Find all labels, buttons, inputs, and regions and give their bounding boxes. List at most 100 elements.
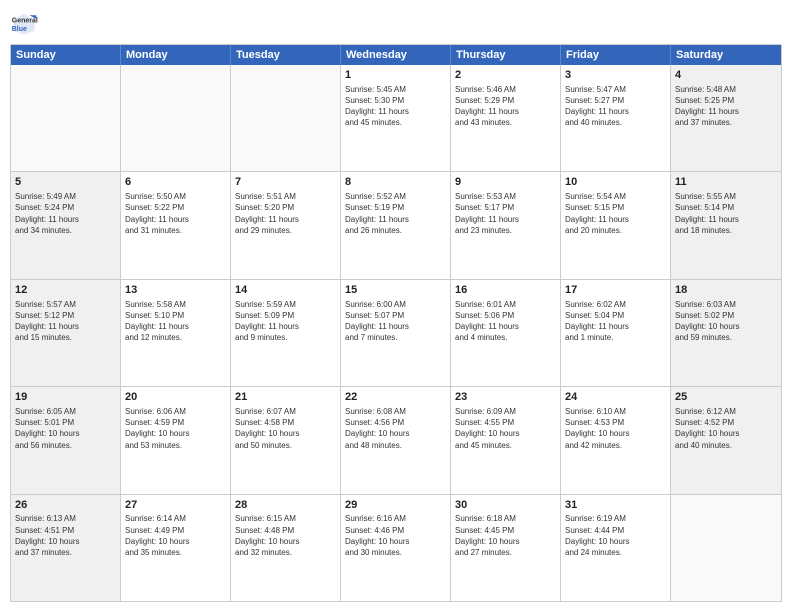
day-cell-1: 1Sunrise: 5:45 AMSunset: 5:30 PMDaylight… xyxy=(341,65,451,171)
cell-text: Daylight: 11 hours xyxy=(15,214,116,225)
cell-text: and 9 minutes. xyxy=(235,332,336,343)
cell-text: Sunset: 5:10 PM xyxy=(125,310,226,321)
cell-text: and 45 minutes. xyxy=(455,440,556,451)
cell-text: Sunset: 5:14 PM xyxy=(675,202,777,213)
day-number-4: 4 xyxy=(675,68,777,83)
calendar-body: 1Sunrise: 5:45 AMSunset: 5:30 PMDaylight… xyxy=(11,65,781,601)
cell-text: and 1 minute. xyxy=(565,332,666,343)
day-number-22: 22 xyxy=(345,390,446,405)
cell-text: Daylight: 11 hours xyxy=(15,321,116,332)
empty-cell-4-6 xyxy=(671,495,781,601)
day-number-3: 3 xyxy=(565,68,666,83)
logo: General Blue xyxy=(10,10,42,38)
day-number-31: 31 xyxy=(565,498,666,513)
day-cell-15: 15Sunrise: 6:00 AMSunset: 5:07 PMDayligh… xyxy=(341,280,451,386)
day-number-23: 23 xyxy=(455,390,556,405)
cell-text: Daylight: 10 hours xyxy=(455,428,556,439)
calendar-row-4: 26Sunrise: 6:13 AMSunset: 4:51 PMDayligh… xyxy=(11,494,781,601)
cell-text: Sunset: 5:29 PM xyxy=(455,95,556,106)
cell-text: Daylight: 11 hours xyxy=(235,214,336,225)
cell-text: Sunset: 4:53 PM xyxy=(565,417,666,428)
cell-text: Sunrise: 6:08 AM xyxy=(345,406,446,417)
day-cell-12: 12Sunrise: 5:57 AMSunset: 5:12 PMDayligh… xyxy=(11,280,121,386)
cell-text: Sunset: 4:59 PM xyxy=(125,417,226,428)
cell-text: Daylight: 11 hours xyxy=(125,321,226,332)
cell-text: and 15 minutes. xyxy=(15,332,116,343)
day-number-13: 13 xyxy=(125,283,226,298)
cell-text: Daylight: 10 hours xyxy=(675,428,777,439)
empty-cell-0-1 xyxy=(121,65,231,171)
cell-text: Sunrise: 5:54 AM xyxy=(565,191,666,202)
day-number-24: 24 xyxy=(565,390,666,405)
cell-text: and 34 minutes. xyxy=(15,225,116,236)
day-number-30: 30 xyxy=(455,498,556,513)
day-number-21: 21 xyxy=(235,390,336,405)
day-cell-22: 22Sunrise: 6:08 AMSunset: 4:56 PMDayligh… xyxy=(341,387,451,493)
cell-text: and 29 minutes. xyxy=(235,225,336,236)
day-number-2: 2 xyxy=(455,68,556,83)
cell-text: Sunset: 5:06 PM xyxy=(455,310,556,321)
header: General Blue xyxy=(10,10,782,38)
cell-text: Daylight: 11 hours xyxy=(455,321,556,332)
cell-text: Sunset: 5:19 PM xyxy=(345,202,446,213)
day-cell-11: 11Sunrise: 5:55 AMSunset: 5:14 PMDayligh… xyxy=(671,172,781,278)
day-number-14: 14 xyxy=(235,283,336,298)
cell-text: Sunset: 4:52 PM xyxy=(675,417,777,428)
cell-text: and 42 minutes. xyxy=(565,440,666,451)
day-cell-8: 8Sunrise: 5:52 AMSunset: 5:19 PMDaylight… xyxy=(341,172,451,278)
day-cell-25: 25Sunrise: 6:12 AMSunset: 4:52 PMDayligh… xyxy=(671,387,781,493)
cell-text: and 35 minutes. xyxy=(125,547,226,558)
cell-text: Sunrise: 5:49 AM xyxy=(15,191,116,202)
day-cell-17: 17Sunrise: 6:02 AMSunset: 5:04 PMDayligh… xyxy=(561,280,671,386)
cell-text: Daylight: 11 hours xyxy=(235,321,336,332)
header-day-thursday: Thursday xyxy=(451,45,561,65)
cell-text: Sunrise: 6:00 AM xyxy=(345,299,446,310)
day-number-16: 16 xyxy=(455,283,556,298)
day-number-6: 6 xyxy=(125,175,226,190)
cell-text: Sunrise: 6:16 AM xyxy=(345,513,446,524)
calendar-row-1: 5Sunrise: 5:49 AMSunset: 5:24 PMDaylight… xyxy=(11,171,781,278)
day-cell-9: 9Sunrise: 5:53 AMSunset: 5:17 PMDaylight… xyxy=(451,172,561,278)
cell-text: Sunrise: 5:50 AM xyxy=(125,191,226,202)
cell-text: Daylight: 10 hours xyxy=(15,428,116,439)
day-cell-14: 14Sunrise: 5:59 AMSunset: 5:09 PMDayligh… xyxy=(231,280,341,386)
cell-text: Sunrise: 6:13 AM xyxy=(15,513,116,524)
day-number-26: 26 xyxy=(15,498,116,513)
cell-text: Daylight: 10 hours xyxy=(345,428,446,439)
cell-text: and 26 minutes. xyxy=(345,225,446,236)
cell-text: Sunset: 4:44 PM xyxy=(565,525,666,536)
cell-text: Sunrise: 6:14 AM xyxy=(125,513,226,524)
cell-text: Daylight: 11 hours xyxy=(565,321,666,332)
svg-text:Blue: Blue xyxy=(12,26,27,33)
day-number-12: 12 xyxy=(15,283,116,298)
day-number-19: 19 xyxy=(15,390,116,405)
header-day-monday: Monday xyxy=(121,45,231,65)
generalblue-logo-icon: General Blue xyxy=(10,10,38,38)
cell-text: Sunrise: 6:19 AM xyxy=(565,513,666,524)
cell-text: Daylight: 11 hours xyxy=(125,214,226,225)
day-cell-21: 21Sunrise: 6:07 AMSunset: 4:58 PMDayligh… xyxy=(231,387,341,493)
day-cell-31: 31Sunrise: 6:19 AMSunset: 4:44 PMDayligh… xyxy=(561,495,671,601)
cell-text: and 56 minutes. xyxy=(15,440,116,451)
cell-text: Daylight: 10 hours xyxy=(125,428,226,439)
svg-text:General: General xyxy=(12,17,38,24)
day-cell-4: 4Sunrise: 5:48 AMSunset: 5:25 PMDaylight… xyxy=(671,65,781,171)
day-cell-27: 27Sunrise: 6:14 AMSunset: 4:49 PMDayligh… xyxy=(121,495,231,601)
cell-text: and 59 minutes. xyxy=(675,332,777,343)
day-number-10: 10 xyxy=(565,175,666,190)
cell-text: and 50 minutes. xyxy=(235,440,336,451)
cell-text: Daylight: 10 hours xyxy=(565,428,666,439)
cell-text: Daylight: 11 hours xyxy=(345,214,446,225)
cell-text: and 4 minutes. xyxy=(455,332,556,343)
empty-cell-0-2 xyxy=(231,65,341,171)
cell-text: Sunrise: 6:15 AM xyxy=(235,513,336,524)
cell-text: Sunrise: 6:18 AM xyxy=(455,513,556,524)
cell-text: Sunrise: 5:45 AM xyxy=(345,84,446,95)
cell-text: Sunset: 4:55 PM xyxy=(455,417,556,428)
cell-text: and 32 minutes. xyxy=(235,547,336,558)
cell-text: Sunset: 5:20 PM xyxy=(235,202,336,213)
cell-text: Sunset: 5:27 PM xyxy=(565,95,666,106)
cell-text: and 12 minutes. xyxy=(125,332,226,343)
cell-text: and 48 minutes. xyxy=(345,440,446,451)
day-cell-10: 10Sunrise: 5:54 AMSunset: 5:15 PMDayligh… xyxy=(561,172,671,278)
